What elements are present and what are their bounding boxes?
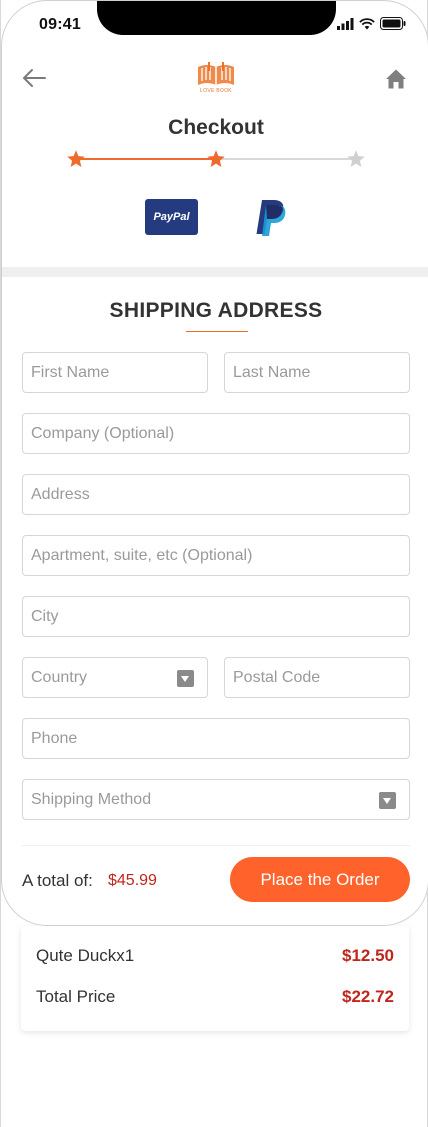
shipping-method-select[interactable]: Shipping Method: [22, 779, 410, 820]
notch: [97, 1, 336, 35]
phone-frame: 09:41 LOVE BOOK Checkout PayPal SHIPPING…: [1, 0, 428, 926]
title-underline: [186, 331, 248, 332]
paypal-p-button[interactable]: [253, 198, 289, 238]
back-arrow-icon: [23, 69, 46, 87]
summary-item-label: Qute Duckx1: [36, 946, 135, 965]
first-name-placeholder: First Name: [31, 363, 110, 381]
status-icons: [337, 17, 406, 30]
book-logo-icon: [198, 62, 234, 85]
shipping-address-title: SHIPPING ADDRESS: [109, 299, 323, 322]
first-name-field[interactable]: First Name: [22, 352, 208, 393]
paypal-logo-icon: [256, 200, 286, 236]
order-summary-card: Qute Duckx1 $12.50 Total Price $22.72: [21, 926, 409, 1031]
paypal-label: PayPal: [153, 211, 190, 223]
page-title: Checkout: [168, 116, 264, 139]
battery-icon: [380, 17, 406, 30]
progress-line-completed: [76, 158, 216, 160]
wifi-icon: [359, 17, 375, 29]
city-placeholder: City: [31, 607, 59, 625]
country-placeholder: Country: [31, 668, 88, 686]
footer-divider: [22, 845, 410, 846]
place-order-button[interactable]: Place the Order: [230, 857, 410, 902]
postal-code-placeholder: Postal Code: [233, 668, 321, 686]
total-value: $45.99: [108, 872, 157, 889]
back-button[interactable]: [20, 65, 48, 91]
summary-row-item: Qute Duckx1 $12.50: [36, 946, 394, 966]
city-field[interactable]: City: [22, 596, 410, 637]
logo-text: LOVE BOOK: [200, 88, 232, 94]
status-time: 09:41: [39, 16, 81, 33]
apartment-placeholder: Apartment, suite, etc (Optional): [31, 546, 253, 564]
phone-field[interactable]: Phone: [22, 718, 410, 759]
section-divider: [2, 267, 428, 277]
last-name-placeholder: Last Name: [233, 363, 311, 381]
page-background: Qute Duckx1 $12.50 Total Price $22.72 09…: [0, 0, 428, 1127]
paypal-button[interactable]: PayPal: [145, 199, 198, 235]
phone-placeholder: Phone: [31, 729, 78, 747]
star-icon-step-2: [207, 150, 225, 167]
address-placeholder: Address: [31, 485, 90, 503]
country-select[interactable]: Country: [22, 657, 208, 698]
company-field[interactable]: Company (Optional): [22, 413, 410, 454]
progress-line-pending: [216, 158, 356, 160]
last-name-field[interactable]: Last Name: [224, 352, 410, 393]
summary-total-label: Total Price: [36, 987, 116, 1006]
summary-item-value: $12.50: [342, 946, 394, 965]
dropdown-caret-icon: [379, 792, 396, 809]
shipping-method-placeholder: Shipping Method: [31, 790, 152, 808]
total-label: A total of:: [22, 871, 93, 890]
brand-logo: LOVE BOOK: [195, 59, 237, 97]
signal-icon: [337, 17, 354, 30]
postal-code-field[interactable]: Postal Code: [224, 657, 410, 698]
star-icon-step-3: [347, 150, 365, 167]
summary-row-total: Total Price $22.72: [36, 987, 394, 1007]
company-placeholder: Company (Optional): [31, 424, 175, 442]
summary-total-value: $22.72: [342, 987, 394, 1006]
apartment-field[interactable]: Apartment, suite, etc (Optional): [22, 535, 410, 576]
dropdown-caret-icon: [177, 670, 194, 687]
home-button[interactable]: [384, 67, 408, 91]
home-icon: [386, 69, 406, 89]
checkout-progress: [66, 149, 366, 171]
address-field[interactable]: Address: [22, 474, 410, 515]
star-icon-step-1: [67, 150, 85, 167]
